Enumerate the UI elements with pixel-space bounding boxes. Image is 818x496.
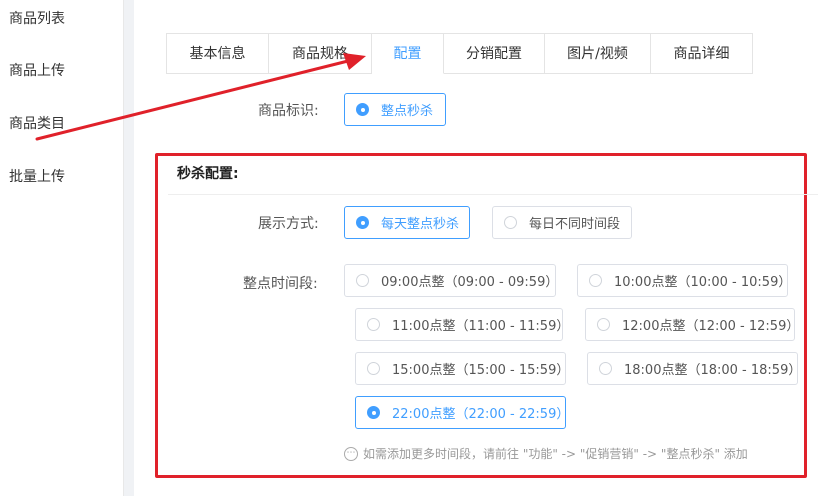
radio-dot-icon <box>597 318 610 331</box>
sidebar-item-product-list[interactable]: 商品列表 <box>9 8 65 28</box>
radio-dot-icon <box>367 362 380 375</box>
sidebar-item-product-upload[interactable]: 商品上传 <box>9 60 65 80</box>
radio-label: 22:00点整（22:00 - 22:59） <box>392 407 570 422</box>
tab-product-spec[interactable]: 商品规格 <box>269 33 372 74</box>
tab-media[interactable]: 图片/视频 <box>545 33 651 74</box>
info-icon: ⋯ <box>344 446 358 461</box>
tab-product-detail[interactable]: 商品详细 <box>651 33 753 74</box>
radio-label: 12:00点整（12:00 - 12:59） <box>622 319 800 334</box>
radio-label: 09:00点整（09:00 - 09:59） <box>381 275 559 290</box>
product-tag-flash-sale-radio[interactable]: 整点秒杀 <box>344 93 446 126</box>
sidebar-item-batch-upload[interactable]: 批量上传 <box>9 166 65 186</box>
time-slot-1100-radio[interactable]: 11:00点整（11:00 - 11:59） <box>355 308 569 341</box>
radio-label: 每日不同时间段 <box>529 217 621 232</box>
radio-dot-icon <box>589 274 602 287</box>
sidebar-item-product-category[interactable]: 商品类目 <box>9 113 65 133</box>
radio-label: 每天整点秒杀 <box>381 217 460 232</box>
section-divider <box>168 194 818 195</box>
time-slot-2200-radio[interactable]: 22:00点整（22:00 - 22:59） <box>355 396 570 429</box>
radio-label: 整点秒杀 <box>381 104 434 119</box>
product-tag-label: 商品标识: <box>258 103 319 119</box>
radio-label: 15:00点整（15:00 - 15:59） <box>392 363 570 378</box>
time-slot-1000-radio[interactable]: 10:00点整（10:00 - 10:59） <box>577 264 792 297</box>
radio-dot-icon <box>367 318 380 331</box>
time-slot-1200-radio[interactable]: 12:00点整（12:00 - 12:59） <box>585 308 799 341</box>
time-slot-0900-radio[interactable]: 09:00点整（09:00 - 09:59） <box>344 264 559 297</box>
time-slot-label: 整点时间段: <box>243 276 318 292</box>
radio-label: 11:00点整（11:00 - 11:59） <box>392 319 570 334</box>
display-mode-daily-varied-radio[interactable]: 每日不同时间段 <box>492 206 632 239</box>
time-slot-1800-radio[interactable]: 18:00点整（18:00 - 18:59） <box>587 352 802 385</box>
radio-dot-icon <box>356 103 369 116</box>
hint-text: ⋯ 如需添加更多时间段，请前往 "功能" -> "促销营销" -> "整点秒杀"… <box>344 445 748 462</box>
tab-distribution-config[interactable]: 分销配置 <box>444 33 545 74</box>
hint-label: 如需添加更多时间段，请前往 "功能" -> "促销营销" -> "整点秒杀" 添… <box>363 447 748 461</box>
tab-config[interactable]: 配置 <box>372 33 444 74</box>
radio-dot-icon <box>599 362 612 375</box>
radio-dot-icon <box>356 216 369 229</box>
radio-dot-icon <box>504 216 517 229</box>
display-mode-daily-hourly-radio[interactable]: 每天整点秒杀 <box>344 206 470 239</box>
radio-dot-icon <box>367 406 380 419</box>
section-title: 秒杀配置: <box>177 166 239 182</box>
tab-bar: 基本信息 商品规格 配置 分销配置 图片/视频 商品详细 <box>166 33 753 74</box>
sidebar: 商品列表 商品上传 商品类目 批量上传 <box>0 0 124 496</box>
radio-dot-icon <box>356 274 369 287</box>
time-slot-1500-radio[interactable]: 15:00点整（15:00 - 15:59） <box>355 352 570 385</box>
radio-label: 18:00点整（18:00 - 18:59） <box>624 363 802 378</box>
tab-basic-info[interactable]: 基本信息 <box>167 33 269 74</box>
radio-label: 10:00点整（10:00 - 10:59） <box>614 275 792 290</box>
display-mode-label: 展示方式: <box>258 216 319 232</box>
